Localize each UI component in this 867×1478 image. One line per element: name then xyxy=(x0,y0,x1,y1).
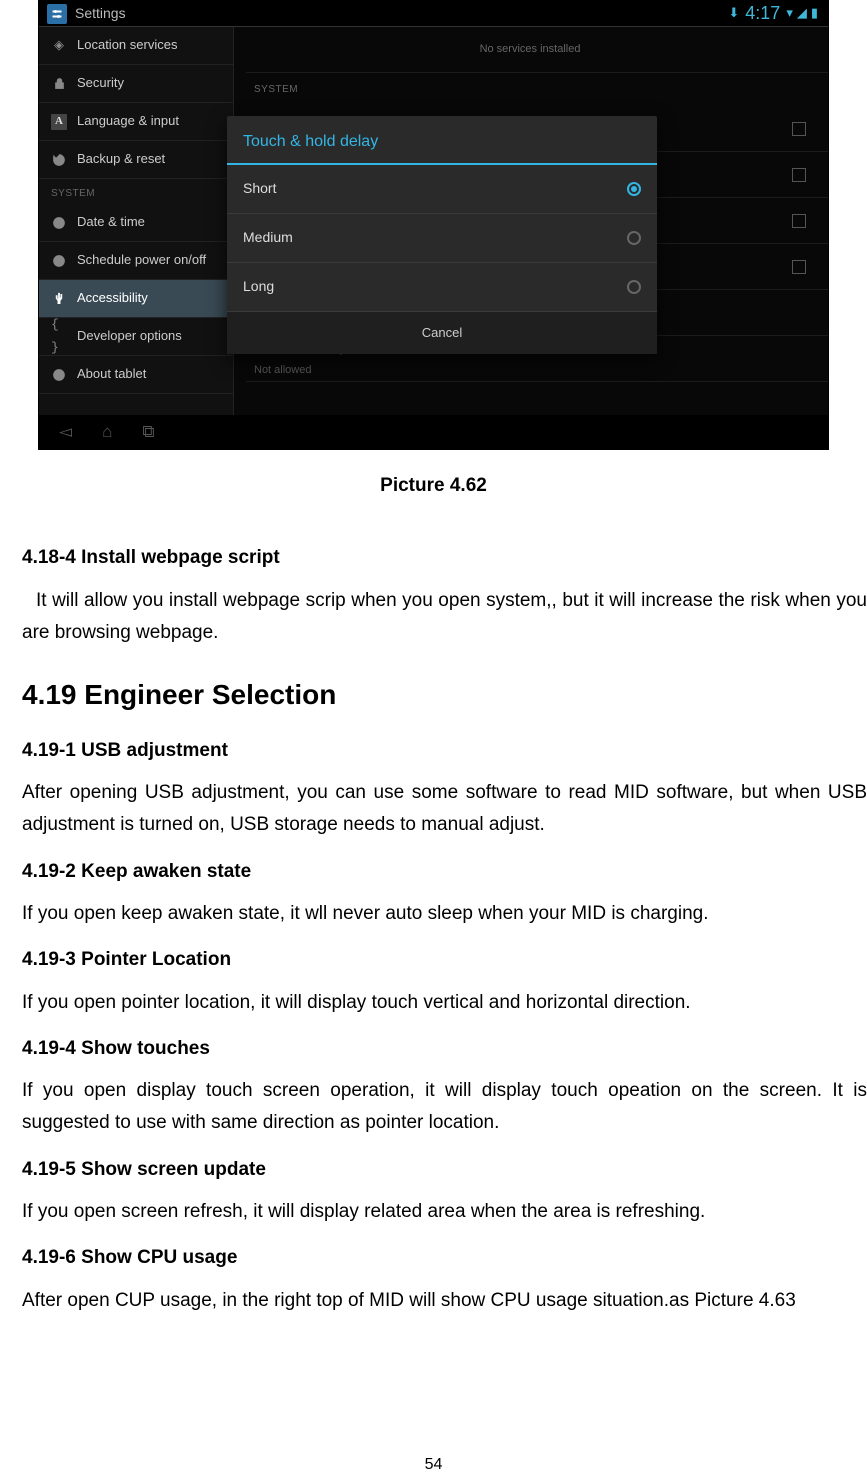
sidebar-item-language[interactable]: A Language & input xyxy=(39,103,233,141)
android-screenshot: Settings ⬇ 4:17 ▾ ◢ ▮ ◈ Location service… xyxy=(38,0,829,450)
sidebar-section-system: SYSTEM xyxy=(39,179,233,204)
paragraph: After open CUP usage, in the right top o… xyxy=(0,1285,867,1317)
sidebar-item-location[interactable]: ◈ Location services xyxy=(39,27,233,65)
dialog-option-short[interactable]: Short xyxy=(227,165,657,214)
lock-icon xyxy=(51,76,67,92)
paragraph: After opening USB adjustment, you can us… xyxy=(0,777,867,842)
paragraph: If you open display touch screen operati… xyxy=(0,1075,867,1140)
dialog-title: Touch & hold delay xyxy=(227,116,657,165)
download-icon: ⬇ xyxy=(728,2,739,24)
no-services-row: No services installed xyxy=(246,27,828,73)
heading-4-19-1: 4.19-1 USB adjustment xyxy=(22,735,867,767)
settings-app-icon xyxy=(47,4,67,24)
option-label: Long xyxy=(243,275,274,299)
paragraph: If you open pointer location, it will di… xyxy=(0,987,867,1019)
sidebar-item-datetime[interactable]: Date & time xyxy=(39,204,233,242)
row-subtitle: Not allowed xyxy=(254,361,357,380)
settings-sidebar: ◈ Location services Security A Language … xyxy=(39,27,234,449)
sidebar-label: Language & input xyxy=(77,110,179,132)
heading-4-19: 4.19 Engineer Selection xyxy=(22,671,867,719)
checkbox-icon[interactable] xyxy=(792,214,806,228)
sidebar-item-security[interactable]: Security xyxy=(39,65,233,103)
power-icon xyxy=(51,253,67,269)
recents-icon[interactable]: ⧉ xyxy=(142,418,154,447)
sidebar-label: Schedule power on/off xyxy=(77,249,206,271)
backup-icon xyxy=(51,152,67,168)
sidebar-label: Developer options xyxy=(77,325,182,347)
sidebar-label: About tablet xyxy=(77,363,146,385)
radio-selected-icon xyxy=(627,182,641,196)
paragraph: It will allow you install webpage scrip … xyxy=(0,585,867,650)
heading-4-19-3: 4.19-3 Pointer Location xyxy=(22,944,867,976)
sidebar-label: Location services xyxy=(77,34,177,56)
hand-icon xyxy=(51,291,67,307)
dialog-cancel-button[interactable]: Cancel xyxy=(227,312,657,354)
info-icon xyxy=(51,367,67,383)
checkbox-icon[interactable] xyxy=(792,260,806,274)
sidebar-item-about[interactable]: About tablet xyxy=(39,356,233,394)
radio-icon xyxy=(627,231,641,245)
sidebar-item-accessibility[interactable]: Accessibility xyxy=(39,280,233,318)
no-services-text: No services installed xyxy=(480,40,581,59)
paragraph: If you open screen refresh, it will disp… xyxy=(0,1196,867,1228)
sidebar-item-developer[interactable]: { } Developer options xyxy=(39,318,233,356)
dialog-option-medium[interactable]: Medium xyxy=(227,214,657,263)
touch-hold-dialog: Touch & hold delay Short Medium Long Can… xyxy=(227,116,657,354)
location-icon: ◈ xyxy=(51,38,67,54)
content-section-system: SYSTEM xyxy=(246,73,828,106)
option-label: Medium xyxy=(243,226,293,250)
figure-caption: Picture 4.62 xyxy=(0,470,867,502)
heading-4-19-2: 4.19-2 Keep awaken state xyxy=(22,856,867,888)
back-icon[interactable]: ◅ xyxy=(59,418,72,447)
dialog-option-long[interactable]: Long xyxy=(227,263,657,312)
heading-4-19-4: 4.19-4 Show touches xyxy=(22,1033,867,1065)
wifi-icon: ▾ xyxy=(786,2,793,24)
sidebar-label: Security xyxy=(77,72,124,94)
sidebar-item-schedule-power[interactable]: Schedule power on/off xyxy=(39,242,233,280)
sidebar-label: Date & time xyxy=(77,211,145,233)
braces-icon: { } xyxy=(51,329,67,345)
sidebar-label: Backup & reset xyxy=(77,148,165,170)
document-body: 4.18-4 Install webpage script It will al… xyxy=(0,542,867,1391)
checkbox-icon[interactable] xyxy=(792,122,806,136)
statusbar: Settings ⬇ 4:17 ▾ ◢ ▮ xyxy=(39,1,828,27)
heading-4-19-5: 4.19-5 Show screen update xyxy=(22,1154,867,1186)
home-icon[interactable]: ⌂ xyxy=(102,418,112,447)
android-navbar: ◅ ⌂ ⧉ xyxy=(39,415,828,449)
sidebar-label: Accessibility xyxy=(77,287,148,309)
option-label: Short xyxy=(243,177,276,201)
radio-icon xyxy=(627,280,641,294)
android-ui: Settings ⬇ 4:17 ▾ ◢ ▮ ◈ Location service… xyxy=(39,1,828,449)
battery-icon: ▮ xyxy=(811,2,818,24)
clock-display: 4:17 xyxy=(745,1,780,29)
heading-4-18-4: 4.18-4 Install webpage script xyxy=(22,542,867,574)
clock-icon xyxy=(51,215,67,231)
paragraph: If you open keep awaken state, it wll ne… xyxy=(0,898,867,930)
signal-icon: ◢ xyxy=(797,2,807,24)
language-icon: A xyxy=(51,114,67,130)
statusbar-title: Settings xyxy=(75,2,126,26)
sidebar-item-backup[interactable]: Backup & reset xyxy=(39,141,233,179)
checkbox-icon[interactable] xyxy=(792,168,806,182)
heading-4-19-6: 4.19-6 Show CPU usage xyxy=(22,1242,867,1274)
